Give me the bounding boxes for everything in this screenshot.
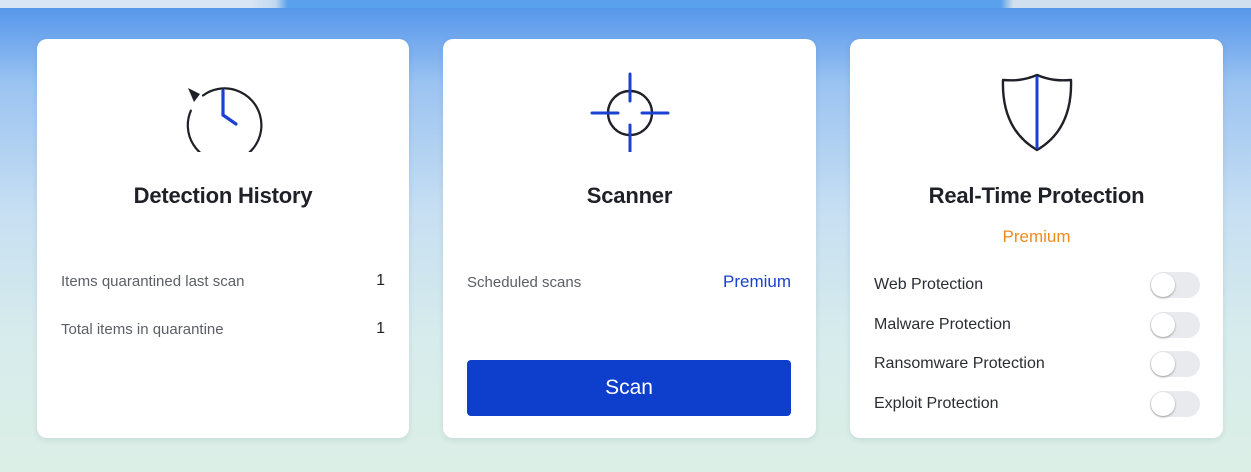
scheduled-scans-row: Scheduled scans Premium xyxy=(467,272,791,292)
stat-row-total-quarantine: Total items in quarantine 1 xyxy=(61,320,385,338)
top-strip xyxy=(0,0,1251,8)
toggle-label: Ransomware Protection xyxy=(874,355,1045,372)
toggle-row-ransomware-protection: Ransomware Protection xyxy=(874,351,1200,377)
toggle-label: Web Protection xyxy=(874,276,984,293)
malware-protection-toggle[interactable] xyxy=(1150,312,1200,338)
toggle-knob xyxy=(1151,392,1175,416)
stat-label: Items quarantined last scan xyxy=(61,272,245,290)
stat-value: 1 xyxy=(376,320,385,337)
detection-history-title: Detection History xyxy=(133,183,313,208)
web-protection-toggle[interactable] xyxy=(1150,272,1200,298)
shield-icon xyxy=(850,72,1223,152)
toggle-label: Exploit Protection xyxy=(874,395,999,412)
exploit-protection-toggle[interactable] xyxy=(1150,391,1200,417)
stat-row-last-scan: Items quarantined last scan 1 xyxy=(61,272,385,290)
clock-history-icon xyxy=(37,72,409,152)
crosshair-icon xyxy=(443,72,816,152)
scan-button[interactable]: Scan xyxy=(467,360,791,416)
toggle-row-malware-protection: Malware Protection xyxy=(874,312,1200,338)
stat-value: 1 xyxy=(376,272,385,289)
real-time-protection-card[interactable]: Real-Time Protection Premium Web Protect… xyxy=(850,39,1223,438)
toggle-knob xyxy=(1151,273,1175,297)
toggle-knob xyxy=(1151,352,1175,376)
toggle-row-web-protection: Web Protection xyxy=(874,272,1200,298)
ransomware-protection-toggle[interactable] xyxy=(1150,351,1200,377)
toggle-knob xyxy=(1151,313,1175,337)
scheduled-scans-premium-link[interactable]: Premium xyxy=(723,272,791,292)
toggle-label: Malware Protection xyxy=(874,316,1011,333)
scanner-card[interactable]: Scanner Scheduled scans Premium Scan xyxy=(443,39,816,438)
premium-badge[interactable]: Premium xyxy=(850,227,1223,247)
detection-history-card[interactable]: Detection History Items quarantined last… xyxy=(37,39,409,438)
scheduled-scans-label: Scheduled scans xyxy=(467,273,582,291)
toggle-row-exploit-protection: Exploit Protection xyxy=(874,391,1200,417)
scanner-title: Scanner xyxy=(586,183,673,208)
real-time-protection-title: Real-Time Protection xyxy=(928,183,1145,208)
stat-label: Total items in quarantine xyxy=(61,320,224,338)
